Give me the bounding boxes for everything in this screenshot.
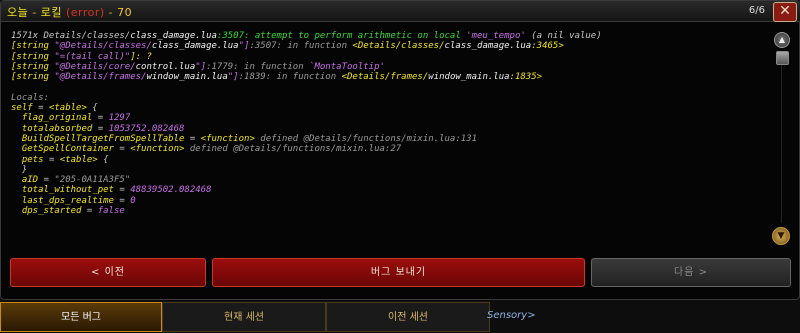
local-var: pets = <table> { bbox=[21, 154, 109, 165]
local-var: } bbox=[21, 164, 28, 175]
next-button[interactable]: 다음 > bbox=[591, 258, 791, 287]
local-var: totalabsorbed = 1053752.082468 bbox=[21, 123, 185, 134]
close-button[interactable]: ✕ bbox=[773, 2, 797, 22]
log-line: [string "@Details/core/control.lua"]:177… bbox=[11, 61, 385, 72]
log-line: [string "=(tail call)"]: ? bbox=[11, 51, 152, 62]
scrollbar-thumb[interactable] bbox=[776, 51, 789, 65]
local-var: BuildSpellTargetFromSpellTable = <functi… bbox=[21, 133, 478, 144]
window-title: 오늘 - 로킬 (error) - 70 bbox=[7, 6, 133, 19]
log-line: [string "@Details/classes/class_damage.l… bbox=[11, 41, 564, 52]
session-tabs: 모든 버그 현재 세션 이전 세션 bbox=[0, 300, 800, 332]
scrollbar-track[interactable] bbox=[781, 63, 782, 223]
scroll-up-button[interactable]: ▲ bbox=[774, 32, 790, 48]
local-var: flag_original = 1297 bbox=[21, 113, 131, 124]
chevron-up-icon: ▲ bbox=[778, 35, 786, 44]
log-line: [string "@Details/frames/window_main.lua… bbox=[11, 72, 543, 83]
local-var: GetSpellContainer = <function> defined @… bbox=[21, 144, 402, 155]
error-log-text[interactable]: 1571x Details/classes/class_damage.lua:3… bbox=[11, 31, 761, 246]
send-bug-button[interactable]: 버그 보내기 bbox=[212, 258, 585, 287]
chevron-down-icon: ▼ bbox=[777, 231, 785, 241]
page-indicator: 6/6 bbox=[748, 5, 765, 16]
tab-previous-session[interactable]: 이전 세션 bbox=[326, 302, 490, 332]
tab-all-bugs[interactable]: 모든 버그 bbox=[0, 302, 162, 332]
title-bar[interactable]: 오늘 - 로킬 (error) - 70 6/6 ✕ bbox=[1, 1, 800, 22]
local-var: dps_started = false bbox=[21, 206, 125, 217]
local-var: aID = "205-0A11A3F5" bbox=[21, 175, 131, 186]
log-line: 1571x Details/classes/class_damage.lua:3… bbox=[11, 31, 602, 41]
error-window: 오늘 - 로킬 (error) - 70 6/6 ✕ 1571x Details… bbox=[0, 0, 800, 300]
close-icon: ✕ bbox=[779, 3, 791, 19]
tab-current-session[interactable]: 현재 세션 bbox=[162, 302, 326, 332]
local-self: self = <table> { bbox=[11, 103, 98, 114]
local-var: last_dps_realtime = 0 bbox=[21, 195, 136, 206]
locals-header: Locals: bbox=[11, 92, 49, 103]
local-var: total_without_pet = 48839502.082468 bbox=[21, 185, 212, 196]
scroll-to-bottom-button[interactable]: ▼ bbox=[772, 227, 790, 245]
background-text: Sensory> bbox=[487, 310, 536, 321]
previous-button[interactable]: < 이전 bbox=[10, 258, 206, 287]
